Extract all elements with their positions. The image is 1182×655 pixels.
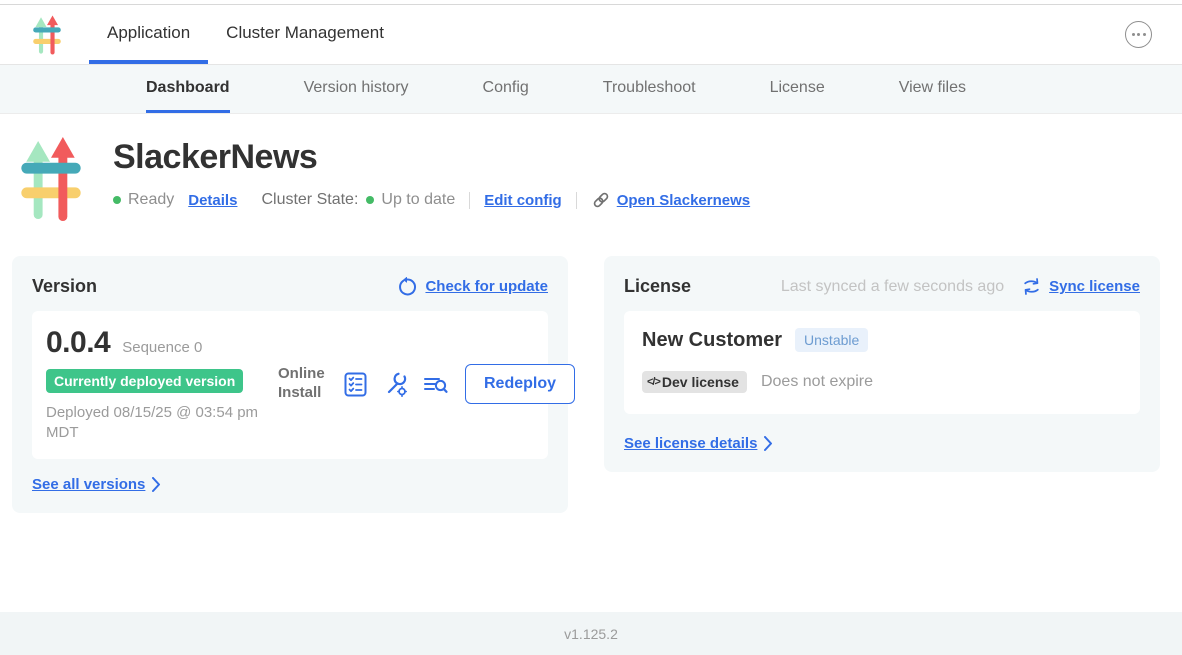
chevron-right-icon: [152, 477, 161, 493]
cluster-state-value: Up to date: [381, 191, 455, 209]
open-app-link[interactable]: Open Slackernews: [591, 190, 750, 210]
app-subnav: Dashboard Version history Config Trouble…: [0, 65, 1182, 114]
license-expiry: Does not expire: [761, 373, 873, 391]
code-icon: </>: [647, 376, 660, 388]
check-for-update-link[interactable]: Check for update: [397, 277, 548, 297]
customer-name: New Customer: [642, 329, 782, 352]
see-license-details-link[interactable]: See license details: [624, 435, 1140, 452]
version-card-title: Version: [32, 276, 97, 297]
version-number: 0.0.4: [46, 326, 110, 360]
app-title-block: SlackerNews Ready Details Cluster State:…: [0, 114, 1182, 222]
tab-application[interactable]: Application: [89, 5, 208, 64]
ellipsis-icon: [1132, 33, 1135, 36]
tab-view-files[interactable]: View files: [899, 65, 966, 113]
version-sequence: Sequence 0: [122, 339, 202, 356]
divider: [576, 192, 577, 209]
app-status-row: Ready Details Cluster State: Up to date …: [113, 190, 750, 210]
install-type-label: Online Install: [278, 365, 330, 403]
divider: [469, 192, 470, 209]
license-type-tag: </> Dev license: [642, 371, 747, 393]
view-logs-icon[interactable]: [422, 371, 449, 398]
version-card: Version Check for update 0.0.4 Sequence …: [12, 256, 568, 513]
tab-application-label: Application: [107, 23, 190, 43]
sync-license-link[interactable]: Sync license: [1022, 277, 1140, 296]
tab-troubleshoot[interactable]: Troubleshoot: [603, 65, 696, 113]
tab-cluster-management-label: Cluster Management: [226, 23, 384, 43]
redeploy-button[interactable]: Redeploy: [465, 364, 575, 404]
app-status-text: Ready: [128, 191, 174, 209]
tab-config[interactable]: Config: [483, 65, 529, 113]
app-header-bar: Application Cluster Management: [0, 5, 1182, 65]
slackernews-logo: [21, 136, 81, 222]
preflight-checks-icon[interactable]: [342, 371, 369, 398]
details-link[interactable]: Details: [188, 192, 237, 209]
deployed-status-badge: Currently deployed version: [46, 369, 243, 393]
sync-arrows-icon: [1022, 277, 1041, 296]
channel-badge: Unstable: [795, 328, 868, 352]
more-options-button[interactable]: [1125, 21, 1152, 48]
app-status-dot: [113, 196, 121, 204]
current-version-panel: 0.0.4 Sequence 0 Currently deployed vers…: [32, 311, 548, 459]
last-synced-text: Last synced a few seconds ago: [781, 278, 1004, 296]
dashboard-cards: Version Check for update 0.0.4 Sequence …: [0, 222, 1182, 513]
page-title: SlackerNews: [113, 138, 750, 177]
tab-dashboard[interactable]: Dashboard: [146, 65, 230, 113]
tab-license[interactable]: License: [770, 65, 825, 113]
cluster-state-dot: [366, 196, 374, 204]
license-details-panel: New Customer Unstable </> Dev license Do…: [624, 311, 1140, 414]
cluster-state-label: Cluster State:: [261, 191, 358, 209]
console-version: v1.125.2: [564, 626, 618, 642]
console-footer: v1.125.2: [0, 612, 1182, 655]
deployed-timestamp: Deployed 08/15/25 @ 03:54 pm MDT: [46, 403, 264, 442]
tab-cluster-management[interactable]: Cluster Management: [208, 5, 402, 64]
header-tabs: Application Cluster Management: [89, 5, 402, 64]
see-all-versions-link[interactable]: See all versions: [32, 476, 548, 493]
license-card-title: License: [624, 276, 691, 297]
replicated-logo-icon: [33, 15, 61, 55]
license-card: License Last synced a few seconds ago Sy…: [604, 256, 1160, 472]
chevron-right-icon: [764, 436, 773, 452]
refresh-icon: [397, 277, 417, 297]
tab-version-history[interactable]: Version history: [304, 65, 409, 113]
edit-config-link[interactable]: Edit config: [484, 192, 562, 209]
link-chain-icon: [591, 190, 611, 210]
edit-config-icon[interactable]: [382, 371, 409, 398]
